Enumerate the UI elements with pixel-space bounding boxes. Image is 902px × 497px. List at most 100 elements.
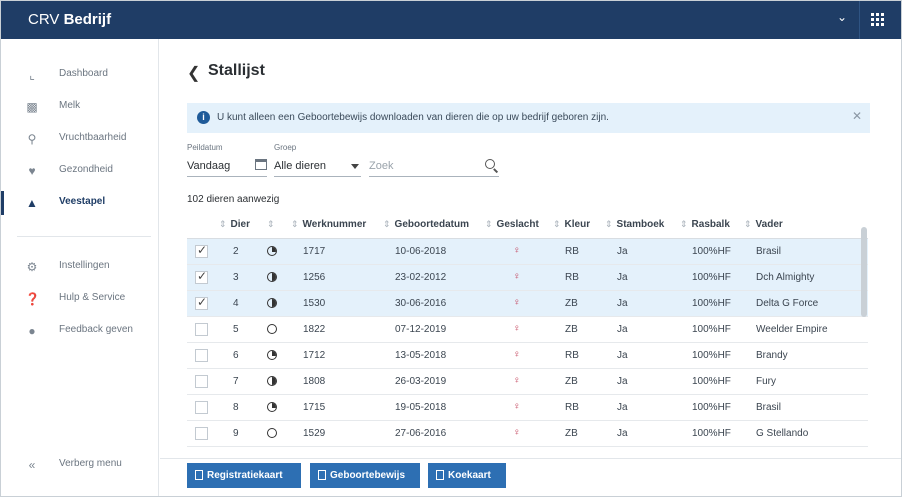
hide-menu-button[interactable]: « Verberg menu (1, 453, 159, 477)
col-stamboek[interactable]: ⇕ Stamboek (605, 219, 664, 230)
cell-werknummer: 1712 (303, 350, 326, 361)
row-checkbox[interactable] (195, 349, 208, 362)
row-checkbox[interactable] (195, 401, 208, 414)
col-kleur[interactable]: ⇕ Kleur (553, 219, 590, 230)
sort-icon: ⇕ (219, 219, 227, 229)
row-checkbox[interactable] (195, 427, 208, 440)
peildatum-field[interactable]: Vandaag (187, 157, 267, 177)
cell-stamboek: Ja (617, 324, 628, 335)
sidebar-item-label: Dashboard (59, 68, 108, 79)
cell-kleur: RB (565, 272, 579, 283)
groep-select[interactable]: Alle dieren (274, 157, 361, 177)
col-vader-label: Vader (755, 219, 783, 230)
cell-dier: 9 (233, 428, 239, 439)
table-row[interactable]: ♀ 3 1256 23-02-2012 RB Ja 100%HF Dch Almighty (187, 265, 868, 291)
hide-menu-label: Verberg menu (59, 458, 122, 469)
koekaart-button[interactable]: Koekaart (428, 463, 506, 488)
status-circle-icon (267, 402, 277, 412)
brand-prefix: CRV (28, 11, 60, 28)
cell-vader: Dch Almighty (756, 272, 815, 283)
row-checkbox[interactable] (195, 375, 208, 388)
cell-vader: Weelder Empire (756, 324, 828, 335)
row-checkbox[interactable] (195, 269, 208, 284)
female-icon: ♀ (513, 349, 521, 360)
geboortebewijs-button[interactable]: Geboortebewijs (310, 463, 420, 488)
animal-count: 102 dieren aanwezig (187, 194, 280, 205)
cell-geboortedatum: 19-05-2018 (395, 402, 447, 413)
cell-vader: Brasil (756, 246, 782, 257)
table-row[interactable]: ♀ 7 1808 26-03-2019 ZB Ja 100%HF Fury (187, 369, 868, 395)
cell-stamboek: Ja (617, 272, 628, 283)
cell-rasbalk: 100%HF (692, 272, 731, 283)
caret-down-icon (351, 164, 359, 169)
row-checkbox[interactable] (195, 243, 208, 258)
back-chevron-icon[interactable]: ❮ (187, 63, 200, 83)
cell-geboortedatum: 27-06-2016 (395, 428, 447, 439)
sidebar-item-hulp[interactable]: ❓ Hulp & Service (1, 287, 159, 311)
main-content: ❮ Stallijst i U kunt alleen een Geboorte… (160, 39, 901, 496)
cell-geboortedatum: 10-06-2018 (395, 246, 447, 257)
table-row[interactable]: ♀ 6 1712 13-05-2018 RB Ja 100%HF Brandy (187, 343, 868, 369)
brand-name: Bedrijf (63, 11, 112, 28)
cell-rasbalk: 100%HF (692, 246, 731, 257)
col-rasbalk[interactable]: ⇕ Rasbalk (680, 219, 730, 230)
col-dier[interactable]: ⇕ Dier (219, 219, 250, 230)
cell-rasbalk: 100%HF (692, 376, 731, 387)
cell-stamboek: Ja (617, 376, 628, 387)
chevron-down-icon[interactable]: ⌄ (837, 10, 853, 28)
scrollbar[interactable] (859, 213, 869, 458)
table-row[interactable]: ♀ 8 1715 19-05-2018 RB Ja 100%HF Brasil (187, 395, 868, 421)
sidebar-item-melk[interactable]: ▩ Melk (1, 95, 159, 119)
cell-stamboek: Ja (617, 246, 628, 257)
scrollbar-thumb[interactable] (861, 227, 867, 317)
col-geslacht[interactable]: ⇕ Geslacht (485, 219, 539, 230)
col-status[interactable]: ⇕ (267, 219, 279, 230)
col-stamboek-label: Stamboek (616, 219, 665, 230)
status-circle-icon (267, 428, 277, 438)
female-icon: ♀ (513, 323, 521, 334)
sidebar-item-feedback[interactable]: ● Feedback geven (1, 319, 159, 343)
cell-werknummer: 1717 (303, 246, 326, 257)
cow-icon: ▲ (26, 196, 38, 210)
sidebar-item-label: Veestapel (59, 196, 106, 207)
cell-dier: 3 (233, 272, 239, 283)
female-icon: ♀ (513, 297, 521, 308)
registratiekaart-button[interactable]: Registratiekaart (187, 463, 301, 488)
cell-geboortedatum: 30-06-2016 (395, 298, 447, 309)
cell-stamboek: Ja (617, 428, 628, 439)
cell-dier: 8 (233, 402, 239, 413)
table-row[interactable]: ♀ 4 1530 30-06-2016 ZB Ja 100%HF Delta G Force (187, 291, 868, 317)
cell-stamboek: Ja (617, 402, 628, 413)
page-title: Stallijst (208, 62, 265, 79)
info-text: U kunt alleen een Geboortebewijs downloa… (217, 112, 609, 123)
sidebar-item-dashboard[interactable]: ⌞ Dashboard (1, 63, 159, 87)
col-vader[interactable]: ⇕ Vader (744, 219, 783, 230)
sidebar-item-instellingen[interactable]: ⚙ Instellingen (1, 255, 159, 279)
col-geboortedatum[interactable]: ⇕ Geboortedatum (383, 219, 469, 230)
col-werknummer[interactable]: ⇕ Werknummer (291, 219, 366, 230)
female-icon: ♀ (513, 427, 521, 438)
sidebar-item-vruchtbaarheid[interactable]: ⚲ Vruchtbaarheid (1, 127, 159, 151)
table-header: ⇕ Dier ⇕ ⇕ Werknummer ⇕ Geboortedatum ⇕ Gesl… (187, 213, 868, 239)
row-checkbox[interactable] (195, 295, 208, 310)
col-dier-label: Dier (230, 219, 250, 230)
gear-icon: ⚙ (26, 260, 38, 274)
status-circle-icon (267, 350, 277, 360)
table-row[interactable]: ♀ 2 1717 10-06-2018 RB Ja 100%HF Brasil (187, 239, 868, 265)
sidebar-item-label: Instellingen (59, 260, 110, 271)
cell-dier: 7 (233, 376, 239, 387)
table-row[interactable]: ♀ 5 1822 07-12-2019 ZB Ja 100%HF Weelder Empire (187, 317, 868, 343)
sidebar-item-gezondheid[interactable]: ♥ Gezondheid (1, 159, 159, 183)
cell-werknummer: 1256 (303, 272, 326, 283)
document-icon (195, 470, 203, 480)
search-input[interactable]: Zoek (369, 157, 499, 177)
koekaart-label: Koekaart (448, 470, 491, 481)
row-checkbox[interactable] (195, 323, 208, 336)
sort-icon: ⇕ (267, 219, 275, 229)
sidebar-item-veestapel[interactable]: ▲ Veestapel (1, 191, 159, 215)
close-icon[interactable]: ✕ (852, 109, 862, 123)
registratiekaart-label: Registratiekaart (207, 470, 283, 481)
apps-grid-icon[interactable] (871, 13, 885, 27)
cell-vader: G Stellando (756, 428, 809, 439)
table-row[interactable]: ♀ 9 1529 27-06-2016 ZB Ja 100%HF G Stellando (187, 421, 868, 447)
